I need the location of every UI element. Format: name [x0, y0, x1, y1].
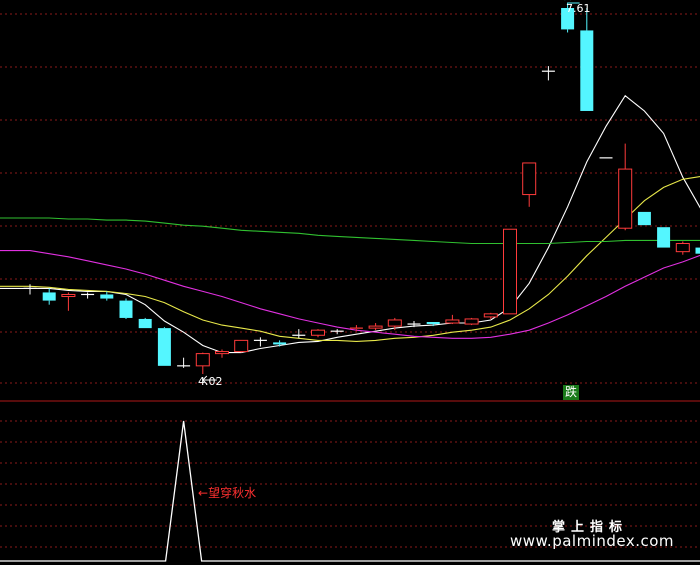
candle [522, 162, 537, 207]
candle [195, 352, 210, 374]
candle [138, 317, 152, 329]
signal-badge: 跌 [563, 385, 580, 400]
candle [464, 317, 479, 326]
candle [675, 241, 690, 255]
candle [330, 329, 344, 335]
candle [637, 211, 651, 226]
ma-line-ma60 [0, 217, 700, 245]
candle-body [657, 227, 671, 248]
candle [541, 66, 555, 81]
candle [42, 288, 56, 305]
candle-body [195, 353, 210, 367]
candle [253, 337, 267, 347]
candle-body [580, 30, 594, 111]
candle-body [61, 293, 76, 298]
candle [234, 339, 249, 353]
candle [618, 143, 633, 231]
candle [119, 298, 133, 319]
candle-body [637, 211, 651, 226]
moving-averages [0, 94, 700, 354]
candle-body [311, 329, 325, 336]
ma-line-ma10 [0, 175, 700, 342]
candle-body [234, 339, 249, 353]
candle-body [42, 292, 56, 301]
candle-body [138, 318, 152, 329]
candle [81, 292, 95, 299]
candle-body [157, 328, 171, 366]
candle-body [387, 319, 402, 327]
candle-body [695, 247, 700, 254]
candle [157, 327, 171, 366]
candle-body [445, 319, 460, 324]
indicator-name: 望穿秋水 [208, 486, 257, 500]
max-price-label: 7.61 [566, 2, 591, 15]
candle [311, 329, 325, 338]
candle [368, 323, 383, 331]
candle-body [215, 351, 229, 355]
candle [580, 8, 594, 111]
candle-body [522, 162, 537, 196]
candle-body [483, 313, 498, 318]
indicator-label: ←望穿秋水 [198, 486, 257, 500]
candle [177, 357, 191, 368]
candle-body [618, 168, 633, 229]
candle [292, 329, 306, 339]
candlesticks [23, 8, 700, 374]
candle-body [119, 300, 133, 318]
candle [273, 340, 287, 347]
candle [695, 247, 700, 254]
min-price-label: 4.02 [198, 375, 223, 388]
candle [61, 292, 76, 311]
candle [100, 291, 114, 301]
candle [483, 312, 498, 319]
candle-body [503, 228, 517, 315]
candle [503, 228, 517, 315]
candle [657, 227, 671, 248]
candle-body [100, 294, 114, 299]
candle-body [675, 243, 690, 253]
candle-body [368, 325, 383, 329]
candle [445, 314, 460, 325]
watermark-url: www.palmindex.com [510, 532, 675, 550]
ma-line-ma5 [0, 94, 700, 354]
stock-chart [0, 0, 700, 562]
candle-body [464, 318, 479, 325]
candle-body [426, 322, 440, 325]
candle-body [273, 342, 287, 345]
